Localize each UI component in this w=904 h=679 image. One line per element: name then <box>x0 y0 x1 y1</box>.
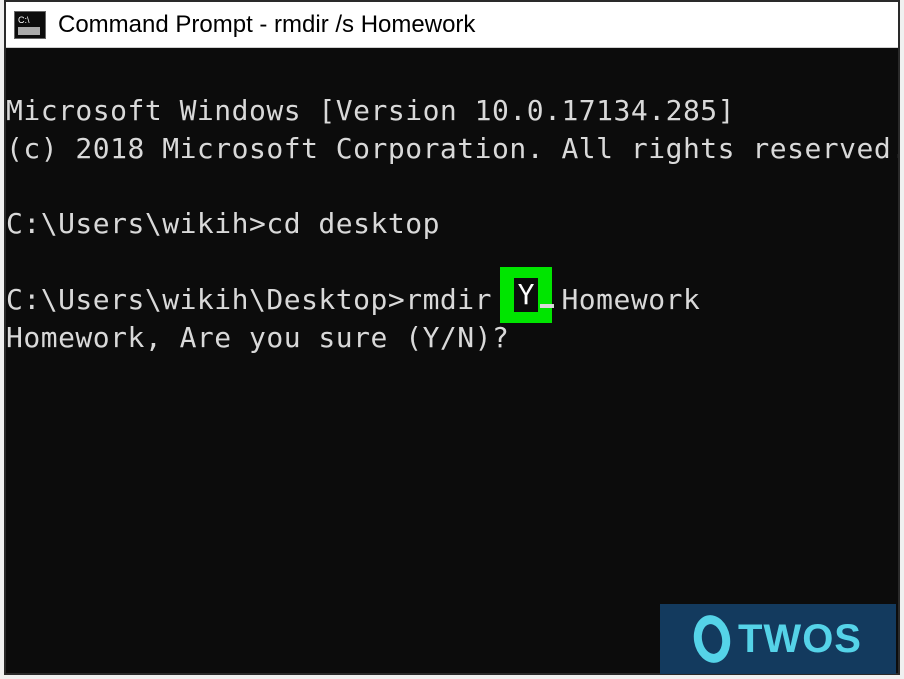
terminal-line: (c) 2018 Microsoft Corporation. All righ… <box>6 132 898 165</box>
terminal-line: Homework, Are you sure (Y/N)? <box>6 321 509 354</box>
terminal-line: C:\Users\wikih>cd desktop <box>6 207 440 240</box>
watermark-badge: TWOS <box>660 604 896 674</box>
cmd-icon <box>14 11 46 39</box>
input-highlight: Y <box>500 267 552 323</box>
text-cursor <box>540 304 554 308</box>
terminal-line: C:\Users\wikih\Desktop>rmdir /s Homework <box>6 283 700 316</box>
watermark-text: TWOS <box>738 617 862 662</box>
terminal-area[interactable]: Microsoft Windows [Version 10.0.17134.28… <box>6 48 898 673</box>
window-title: Command Prompt - rmdir /s Homework <box>58 11 475 39</box>
terminal-line: Microsoft Windows [Version 10.0.17134.28… <box>6 94 735 127</box>
command-prompt-window: Command Prompt - rmdir /s Homework Micro… <box>4 0 900 675</box>
typed-char: Y <box>514 278 539 312</box>
watermark-logo-icon <box>694 615 730 663</box>
titlebar[interactable]: Command Prompt - rmdir /s Homework <box>6 2 898 48</box>
